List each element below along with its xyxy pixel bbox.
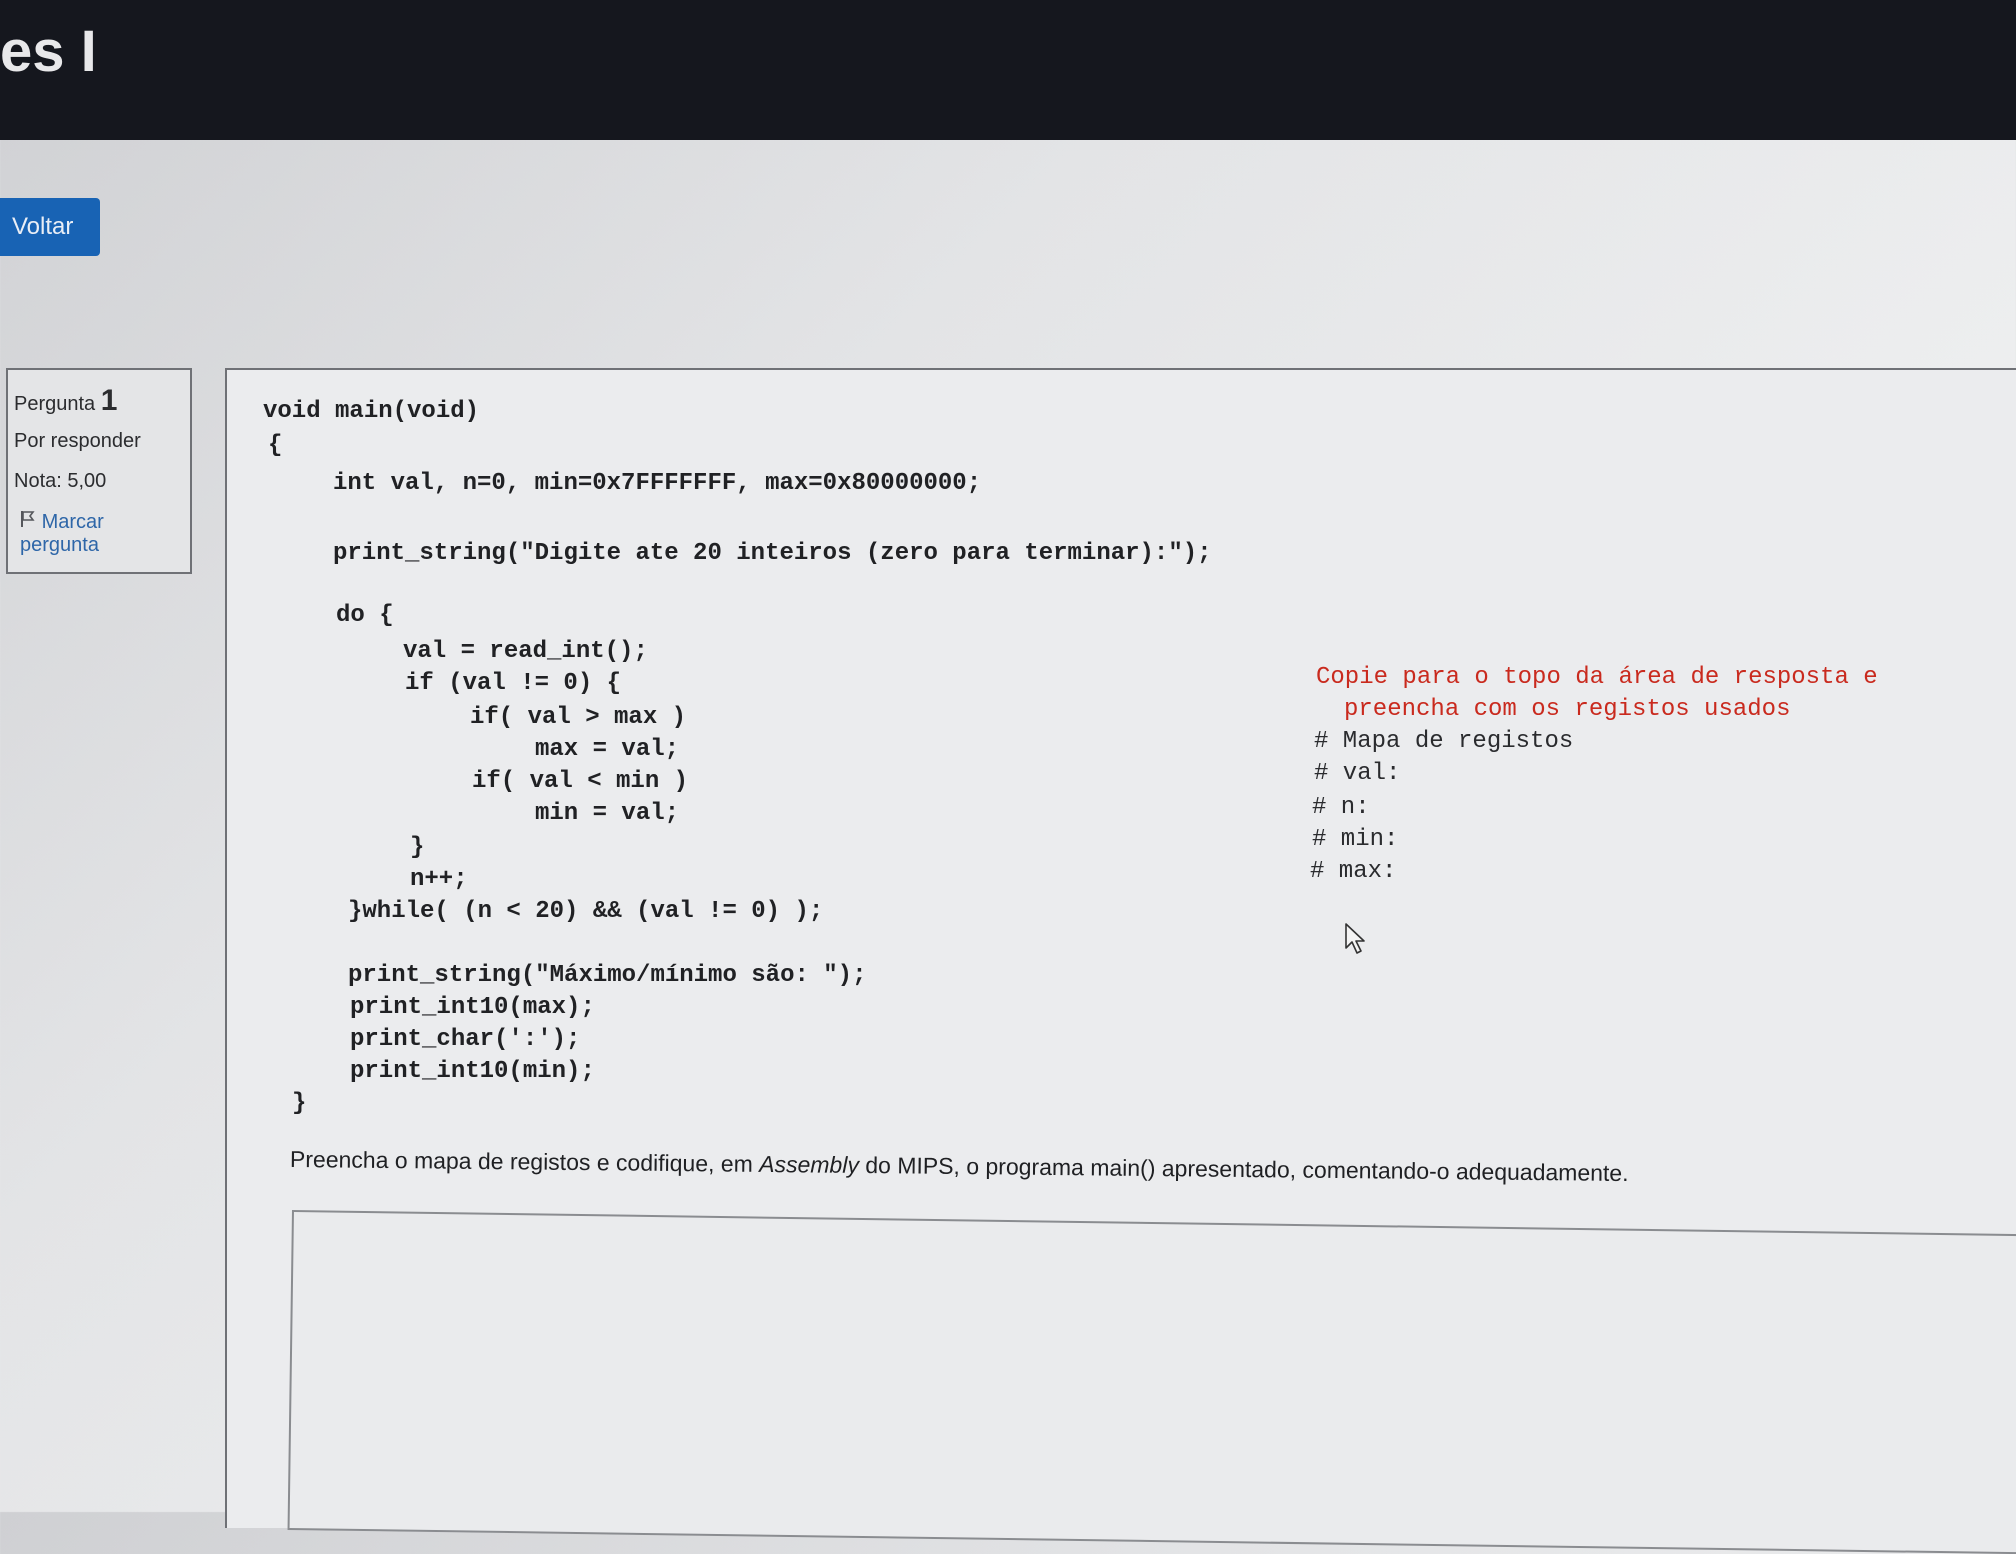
- code-line: print_string("Máximo/mínimo são: ");: [348, 962, 867, 989]
- question-text-emphasis: Assembly: [759, 1150, 860, 1178]
- top-header-bar: es I: [0, 0, 2016, 140]
- code-line: }: [410, 834, 425, 861]
- code-line: val = read_int();: [403, 638, 648, 665]
- mouse-pointer-icon: [1344, 922, 1370, 961]
- code-line: }: [292, 1090, 307, 1117]
- code-line: print_int10(min);: [350, 1058, 595, 1085]
- flag-label-line1: Marcar: [41, 511, 104, 533]
- question-info-panel: Pergunta 1 Por responder Nota: 5,00 Marc…: [6, 368, 192, 574]
- code-line: if (val != 0) {: [405, 670, 622, 697]
- register-map-title: # Mapa de registos: [1314, 728, 1574, 755]
- register-map-entry: # max:: [1310, 858, 1397, 885]
- question-label-row: Pergunta 1: [14, 384, 117, 418]
- code-line: min = val;: [535, 800, 680, 827]
- question-grade: Nota: 5,00: [14, 470, 107, 492]
- question-text-before: Preencha o mapa de registos e codifique,…: [289, 1146, 760, 1177]
- register-map-instruction-line1: Copie para o topo da área de resposta e: [1316, 664, 1878, 691]
- answer-textarea[interactable]: [287, 1210, 2016, 1554]
- register-map-entry: # val:: [1314, 760, 1401, 787]
- page-title: es I: [0, 19, 97, 84]
- code-line: void main(void): [263, 398, 480, 425]
- question-label: Pergunta: [14, 393, 96, 415]
- register-map-entry: # min:: [1312, 826, 1399, 853]
- code-line: if( val < min ): [472, 768, 689, 795]
- code-line: if( val > max ): [470, 704, 687, 731]
- back-button[interactable]: Voltar: [0, 198, 100, 256]
- flag-icon: [20, 511, 42, 533]
- code-line: max = val;: [535, 736, 680, 763]
- code-line: n++;: [410, 866, 468, 893]
- flag-label-line2: pergunta: [20, 534, 99, 556]
- code-line: {: [268, 432, 283, 459]
- code-line: print_string("Digite ate 20 inteiros (ze…: [333, 540, 1212, 567]
- question-status: Por responder: [14, 430, 141, 452]
- register-map-instruction-line2: preencha com os registos usados: [1344, 696, 1791, 723]
- flag-question-link[interactable]: Marcar pergunta: [20, 510, 104, 557]
- question-number: 1: [100, 384, 118, 417]
- code-line: print_int10(max);: [350, 994, 595, 1021]
- code-line: }while( (n < 20) && (val != 0) );: [348, 898, 824, 925]
- code-line: print_char(':');: [350, 1026, 581, 1053]
- code-line: int val, n=0, min=0x7FFFFFFF, max=0x8000…: [333, 470, 982, 497]
- register-map-entry: # n:: [1312, 794, 1370, 821]
- code-line: do {: [336, 602, 394, 629]
